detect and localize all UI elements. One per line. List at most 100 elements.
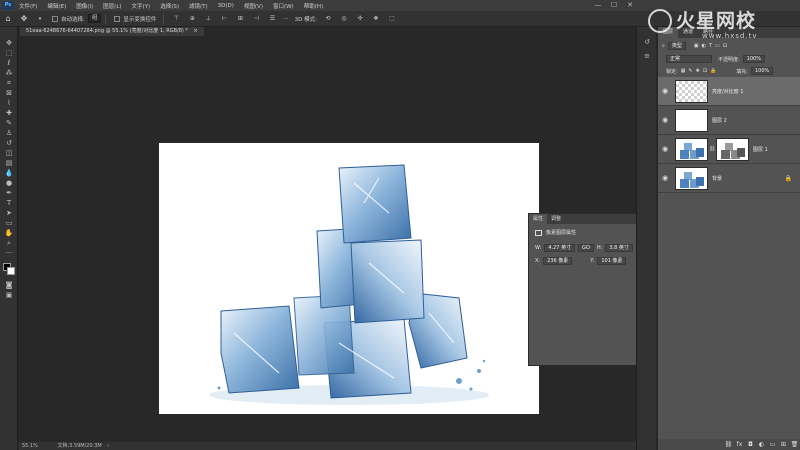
close-tab-icon[interactable]: ×	[194, 28, 198, 34]
history-brush-icon[interactable]: ↺	[3, 139, 15, 148]
menu-layer[interactable]: 图层(L)	[98, 2, 126, 10]
menu-select[interactable]: 选择(S)	[155, 2, 184, 10]
x-field[interactable]: 236 像素	[543, 257, 573, 265]
background-color-swatch[interactable]	[7, 267, 15, 275]
layer-row[interactable]: ◉ ⛓ 图层 1	[658, 135, 800, 164]
visibility-eye-icon[interactable]: ◉	[658, 145, 672, 153]
link-icon[interactable]: ⛓	[723, 441, 734, 448]
show-transform-checkbox[interactable]	[114, 15, 121, 22]
align-middle-icon[interactable]: ⊕	[186, 13, 198, 25]
ice-cubes-image	[209, 164, 489, 405]
zoom-tool-icon[interactable]: ⌕	[3, 239, 15, 248]
menu-window[interactable]: 窗口(W)	[268, 2, 299, 10]
lock-artboard-icon[interactable]: ⊡	[703, 68, 707, 74]
gradient-tool-icon[interactable]: ▤	[3, 159, 15, 168]
pen-tool-icon[interactable]: ✒	[3, 189, 15, 198]
menu-type[interactable]: 文字(Y)	[127, 2, 156, 10]
size-row: W: 4.27 英寸 GO H: 3.8 英寸	[535, 244, 633, 252]
align-left-icon[interactable]: ⊢	[218, 13, 230, 25]
brush-tool-icon[interactable]: ✎	[3, 119, 15, 128]
marquee-tool-icon[interactable]: ⬚	[3, 49, 15, 58]
path-select-icon[interactable]: ➤	[3, 209, 15, 218]
home-icon[interactable]: ⌂	[2, 13, 14, 25]
fx-icon[interactable]: fx	[734, 441, 745, 448]
menu-help[interactable]: 帮助(H)	[299, 2, 328, 10]
visibility-eye-icon[interactable]: ◉	[658, 174, 672, 182]
align-right-icon[interactable]: ⊣	[250, 13, 262, 25]
align-center-icon[interactable]: ⊞	[234, 13, 246, 25]
blend-mode-dropdown[interactable]: 正常	[666, 55, 712, 63]
frame-tool-icon[interactable]: ⊠	[3, 89, 15, 98]
menu-3d[interactable]: 3D(D)	[213, 3, 239, 9]
3d-drag-icon[interactable]: ✣	[354, 13, 366, 25]
lasso-tool-icon[interactable]: ℓ	[3, 59, 15, 68]
width-field[interactable]: 4.27 英寸	[544, 244, 576, 252]
distribute-icon[interactable]: ☰	[266, 13, 278, 25]
minimize-button[interactable]: —	[590, 0, 606, 11]
clone-stamp-icon[interactable]: ♙	[3, 129, 15, 138]
link-dimensions-button[interactable]: GO	[578, 244, 594, 252]
move-tool-icon[interactable]: ✥	[18, 13, 30, 25]
menu-filter[interactable]: 滤镜(T)	[184, 2, 213, 10]
link-icon: ⛓	[709, 146, 716, 152]
magic-wand-tool-icon[interactable]: ⁂	[3, 69, 15, 78]
trash-icon[interactable]: 🗑	[789, 441, 800, 448]
document-info[interactable]: 文档:3.59M/20.3M	[57, 443, 101, 449]
document-canvas[interactable]	[159, 143, 539, 414]
align-bottom-icon[interactable]: ⊥	[202, 13, 214, 25]
3d-slide-icon[interactable]: ❖	[370, 13, 382, 25]
healing-brush-icon[interactable]: ✚	[3, 109, 15, 118]
auto-select-checkbox[interactable]	[52, 15, 58, 22]
align-top-icon[interactable]: ⊤	[170, 13, 182, 25]
zoom-level[interactable]: 55.1%	[22, 443, 38, 449]
menu-image[interactable]: 图像(I)	[71, 2, 98, 10]
dodge-tool-icon[interactable]: ●	[3, 179, 15, 188]
height-field[interactable]: 3.8 英寸	[605, 244, 633, 252]
layer-name: 亮度/对比度 1	[712, 88, 744, 95]
fill-field[interactable]: 100%	[750, 67, 774, 75]
document-tab[interactable]: 51eaa-6248676-64407284.png @ 55.1% (亮度/对…	[20, 27, 204, 36]
group-icon[interactable]: ▭	[767, 441, 778, 448]
maximize-button[interactable]: ☐	[606, 0, 622, 11]
new-layer-icon[interactable]: ⊞	[778, 441, 789, 448]
layer-row[interactable]: ◉ 背景 🔒	[658, 164, 800, 193]
type-tool-icon[interactable]: T	[3, 199, 15, 208]
tab-properties[interactable]: 属性	[529, 214, 548, 224]
more-options-icon[interactable]: ···	[283, 16, 288, 22]
menu-view[interactable]: 视图(V)	[239, 2, 268, 10]
properties-panel-icon[interactable]: ≡	[642, 51, 652, 61]
menu-file[interactable]: 文件(F)	[14, 2, 42, 10]
y-field[interactable]: 101 像素	[597, 257, 627, 265]
3d-scale-icon[interactable]: ⬚	[386, 13, 398, 25]
close-window-button[interactable]: ✕	[622, 0, 638, 11]
opacity-field[interactable]: 100%	[742, 55, 765, 63]
layer-row[interactable]: ◉ 亮度/对比度 1	[658, 77, 800, 106]
shape-tool-icon[interactable]: ▭	[3, 219, 15, 228]
lock-all-icon[interactable]: 🔒	[710, 68, 716, 74]
chevron-right-icon[interactable]: ›	[107, 443, 109, 449]
layer-mask-thumbnail[interactable]	[716, 137, 749, 161]
mask-icon[interactable]: ◘	[745, 441, 756, 448]
eyedropper-tool-icon[interactable]: ⌇	[3, 99, 15, 108]
lock-move-icon[interactable]: ✥	[696, 68, 700, 74]
3d-rotate-icon[interactable]: ⟲	[322, 13, 334, 25]
eraser-tool-icon[interactable]: ◫	[3, 149, 15, 158]
blur-tool-icon[interactable]: 💧	[3, 169, 15, 178]
visibility-eye-icon[interactable]: ◉	[658, 116, 672, 124]
more-tools-icon[interactable]: ···	[3, 249, 15, 258]
lock-paint-icon[interactable]: ✎	[688, 68, 692, 74]
hand-tool-icon[interactable]: ✋	[3, 229, 15, 238]
move-tool-icon[interactable]: ✥	[3, 39, 15, 48]
3d-roll-icon[interactable]: ◎	[338, 13, 350, 25]
auto-select-dropdown[interactable]: 组	[87, 14, 102, 23]
screen-mode-icon[interactable]: ▣	[3, 291, 15, 300]
adjustment-icon[interactable]: ◐	[756, 441, 767, 448]
lock-pixels-icon[interactable]: ▦	[681, 68, 686, 74]
quick-mask-icon[interactable]: ◙	[3, 281, 15, 290]
chevron-down-icon[interactable]: ▾	[34, 13, 46, 25]
visibility-eye-icon[interactable]: ◉	[658, 87, 672, 95]
menu-edit[interactable]: 编辑(E)	[42, 2, 71, 10]
crop-tool-icon[interactable]: ⌗	[3, 79, 15, 88]
layer-row[interactable]: ◉ 图层 2	[658, 106, 800, 135]
tab-adjustments[interactable]: 调整	[547, 214, 565, 224]
